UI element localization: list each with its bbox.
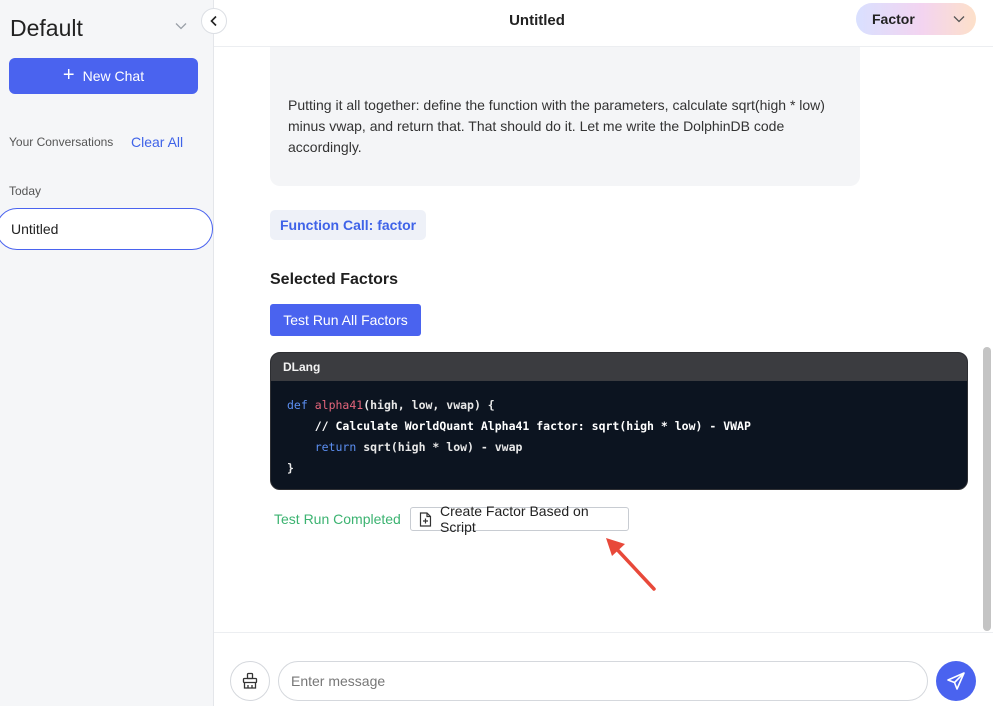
file-add-icon: [419, 511, 432, 527]
code-keyword: return: [314, 440, 357, 454]
code-line: }: [287, 458, 967, 479]
collapse-sidebar-button[interactable]: [201, 8, 227, 34]
code-return-expression: sqrt(high * low) - vwap: [363, 440, 523, 454]
code-line: def alpha41(high, low, vwap) {: [287, 395, 967, 416]
code-content[interactable]: def alpha41(high, low, vwap) { // Calcul…: [271, 381, 967, 479]
workspace-title[interactable]: Default: [10, 15, 83, 42]
clear-all-button[interactable]: Clear All: [131, 134, 183, 150]
mode-select-value: Factor: [872, 11, 915, 27]
code-params: (high, low, vwap) {: [363, 398, 495, 412]
sidebar: Default + New Chat Your Conversations Cl…: [0, 0, 214, 706]
chevron-down-icon: [953, 16, 965, 23]
test-run-all-button[interactable]: Test Run All Factors: [270, 304, 421, 336]
broom-icon: [242, 672, 258, 689]
header: Untitled Factor: [214, 0, 993, 47]
message-input[interactable]: [278, 661, 928, 701]
chevron-left-icon: [210, 15, 217, 27]
code-language-label: DLang: [271, 353, 967, 381]
create-factor-button[interactable]: Create Factor Based on Script: [410, 503, 629, 535]
send-button[interactable]: [936, 661, 976, 701]
annotation-arrow-icon: [606, 538, 656, 591]
selected-factors-title: Selected Factors: [270, 271, 399, 288]
code-closing-brace: }: [287, 461, 294, 475]
code-block: DLang def alpha41(high, low, vwap) { // …: [270, 352, 968, 490]
thinking-message: Putting it all together: define the func…: [270, 47, 860, 186]
chat-scrollbar[interactable]: [983, 347, 991, 631]
plus-icon: +: [62, 64, 75, 86]
send-icon: [947, 672, 965, 690]
mode-select[interactable]: Factor: [856, 3, 976, 35]
chevron-down-icon[interactable]: [174, 19, 188, 33]
new-chat-label: New Chat: [82, 68, 145, 84]
new-chat-button[interactable]: + New Chat: [9, 58, 198, 94]
test-run-status: Test Run Completed: [274, 511, 401, 527]
today-label: Today: [9, 184, 42, 198]
code-keyword: def: [287, 398, 308, 412]
code-comment: // Calculate WorldQuant Alpha41 factor: …: [314, 419, 751, 433]
code-function-name: alpha41: [314, 398, 364, 412]
conversation-title: Untitled: [11, 221, 59, 237]
page-title: Untitled: [509, 12, 565, 29]
code-line: // Calculate WorldQuant Alpha41 factor: …: [287, 416, 967, 437]
function-call-tag[interactable]: Function Call: factor: [270, 210, 427, 240]
code-line: return sqrt(high * low) - vwap: [287, 437, 967, 458]
conversation-item[interactable]: Untitled: [0, 208, 213, 250]
clear-context-button[interactable]: [230, 661, 270, 701]
create-factor-label: Create Factor Based on Script: [439, 503, 589, 535]
thinking-text: Putting it all together: define the func…: [288, 97, 825, 155]
conversations-label: Your Conversations: [9, 135, 114, 149]
